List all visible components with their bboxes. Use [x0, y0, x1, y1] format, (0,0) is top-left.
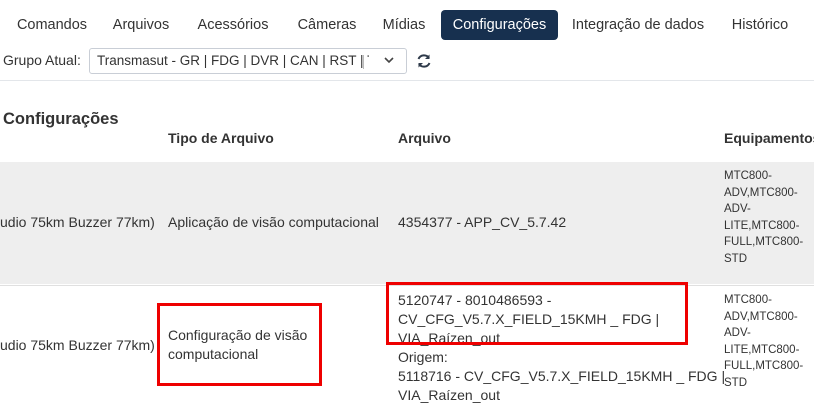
column-header-arquivo: Arquivo: [398, 130, 451, 146]
equip-line: ADV,MTC800-: [724, 186, 798, 199]
tab-arquivos[interactable]: Arquivos: [104, 10, 178, 40]
tab-historico[interactable]: Histórico: [722, 10, 798, 40]
row-equipamentos: MTC800- ADV,MTC800- ADV- LITE,MTC800- FU…: [724, 292, 812, 392]
row-tipo: Aplicação de visão computacional: [168, 214, 379, 230]
section-title: Configurações: [3, 110, 119, 128]
equip-line: LITE,MTC800-: [724, 343, 800, 356]
divider: [0, 80, 814, 81]
table-row: udio 75km Buzzer 77km) Aplicação de visã…: [0, 162, 814, 284]
column-header-equipamentos: Equipamentos: [724, 130, 814, 146]
highlight-box-tipo: [157, 303, 322, 386]
tab-bar: Comandos Arquivos Acessórios Câmeras Míd…: [0, 0, 814, 48]
group-select[interactable]: Transmasut - GR | FDG | DVR | CAN | RST …: [89, 48, 407, 74]
equip-line: MTC800-: [724, 170, 772, 182]
equip-line: STD: [724, 376, 747, 389]
tab-integracao-de-dados[interactable]: Integração de dados: [564, 10, 712, 40]
row-name: udio 75km Buzzer 77km): [0, 214, 155, 230]
equip-line: ADV,MTC800-: [724, 310, 798, 323]
equip-line: FULL,MTC800-: [724, 360, 804, 373]
group-select-value: Transmasut - GR | FDG | DVR | CAN | RST …: [97, 53, 369, 68]
equip-line: STD: [724, 252, 747, 265]
group-label: Grupo Atual:: [3, 52, 81, 68]
row-origem: Origem: 5118716 - CV_CFG_V5.7.X_FIELD_15…: [398, 348, 725, 405]
equip-line: LITE,MTC800-: [724, 219, 800, 232]
row-arquivo: 4354377 - APP_CV_5.7.42: [398, 214, 567, 230]
origem-label: Origem:: [398, 349, 448, 365]
tab-acessorios[interactable]: Acessórios: [187, 10, 279, 40]
tab-comandos[interactable]: Comandos: [8, 10, 96, 40]
equip-line: MTC800-: [724, 294, 772, 306]
tab-midias[interactable]: Mídias: [373, 10, 435, 40]
row-equipamentos: MTC800- ADV,MTC800- ADV- LITE,MTC800- FU…: [724, 168, 812, 268]
tab-cameras[interactable]: Câmeras: [287, 10, 367, 40]
equip-line: FULL,MTC800-: [724, 236, 804, 249]
tab-configuracoes[interactable]: Configurações: [441, 10, 558, 40]
group-selector-row: Grupo Atual: Transmasut - GR | FDG | DVR…: [0, 48, 814, 78]
select-separator: [363, 55, 364, 69]
equip-line: ADV-: [724, 327, 751, 340]
origem-line: 5118716 - CV_CFG_V5.7.X_FIELD_15KMH _ FD…: [398, 368, 726, 384]
chevron-down-icon: [384, 52, 394, 71]
row-name: udio 75km Buzzer 77km): [0, 337, 155, 353]
refresh-icon[interactable]: [413, 50, 435, 72]
highlight-box-arquivo: [386, 282, 688, 345]
equip-line: ADV-: [724, 203, 751, 216]
column-header-tipo: Tipo de Arquivo: [168, 130, 274, 146]
origem-line: VIA_Raízen_out: [398, 387, 500, 403]
